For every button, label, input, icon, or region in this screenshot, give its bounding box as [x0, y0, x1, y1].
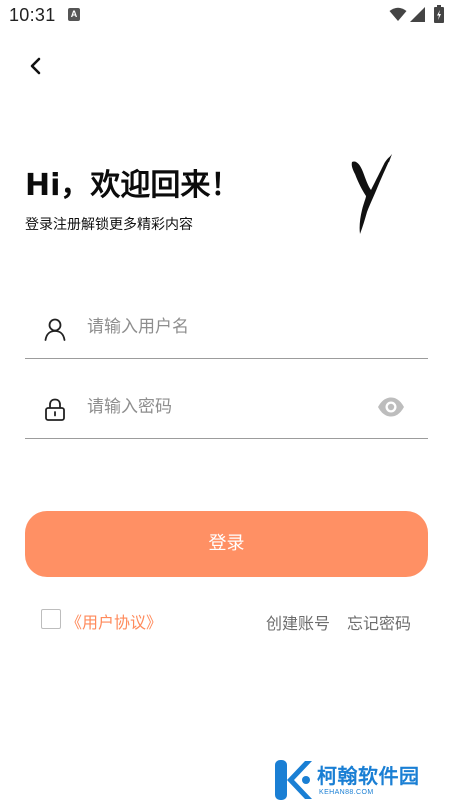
watermark: 柯翰软件园 KEHAN88.COM: [272, 756, 442, 802]
username-field: [25, 302, 428, 359]
forgot-password-link[interactable]: 忘记密码: [347, 610, 411, 634]
login-button[interactable]: 登录: [25, 511, 428, 577]
password-input[interactable]: [87, 390, 367, 424]
agreement-checkbox[interactable]: [41, 609, 61, 629]
battery-icon: [434, 5, 444, 23]
greeting-subtitle: 登录注册解锁更多精彩内容: [25, 217, 193, 233]
brush-y-logo: [351, 154, 392, 236]
lock-icon: [45, 398, 65, 421]
watermark-url: KEHAN88.COM: [319, 789, 374, 796]
status-time: 10:31: [9, 5, 56, 25]
watermark-logo-icon: [275, 760, 312, 800]
status-bar: 10:31 A: [0, 0, 453, 30]
signal-icon: [410, 7, 425, 22]
greeting-title: Hi，欢迎回来！: [25, 168, 241, 203]
user-icon: [44, 318, 66, 341]
username-input[interactable]: [87, 310, 367, 344]
password-field: [25, 382, 428, 439]
create-account-link[interactable]: 创建账号: [266, 610, 330, 634]
a-icon: A: [68, 8, 80, 21]
eye-icon[interactable]: [377, 396, 405, 418]
user-agreement-link[interactable]: 《用户协议》: [66, 609, 162, 633]
back-button[interactable]: [22, 52, 50, 80]
watermark-name: 柯翰软件园: [317, 764, 420, 788]
wifi-icon: [389, 7, 407, 21]
chevron-left-icon: [30, 57, 41, 75]
